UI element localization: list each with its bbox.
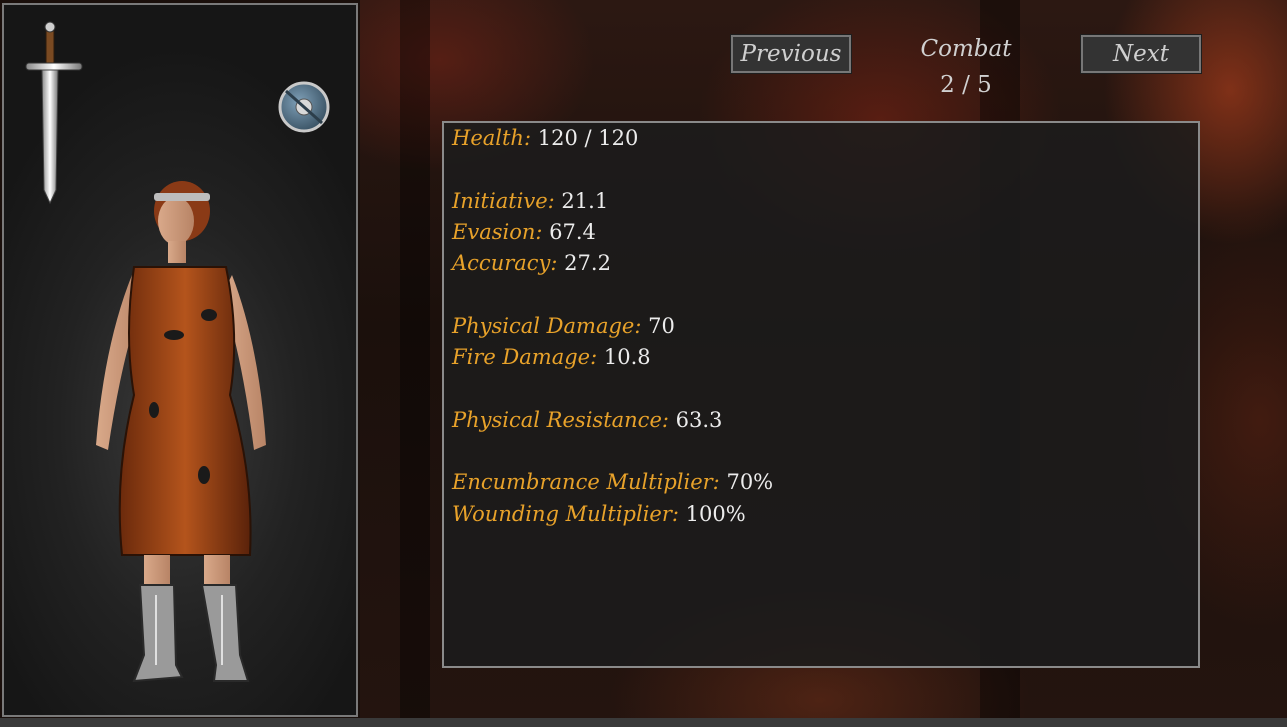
stat-label: Physical Damage: — [452, 313, 642, 338]
stat-label: Fire Damage: — [452, 345, 598, 370]
stat-encumbrance-multiplier: Encumbrance Multiplier: 70% — [452, 467, 1190, 498]
background-pillar — [400, 0, 430, 727]
stat-value: 100% — [685, 501, 746, 526]
stat-wounding-multiplier: Wounding Multiplier: 100% — [452, 499, 1190, 530]
stat-value: 70 — [648, 313, 675, 338]
stat-physical-damage: Physical Damage: 70 — [452, 311, 1190, 342]
stat-label: Encumbrance Multiplier: — [452, 470, 720, 495]
character-portrait — [96, 181, 266, 683]
stat-value: 120 / 120 — [537, 126, 639, 150]
stat-label: Health: — [452, 126, 532, 150]
character-equipment-art — [25, 21, 330, 683]
stat-value: 70% — [726, 470, 774, 495]
page-counter: 2 / 5 — [940, 72, 992, 98]
combat-stats-panel: Health: 120 / 120 Initiative: 21.1 Evasi… — [442, 121, 1200, 668]
character-equipment-panel — [2, 3, 358, 717]
previous-button[interactable]: Previous — [730, 34, 852, 74]
stat-value: 63.3 — [675, 407, 723, 432]
stat-accuracy: Accuracy: 27.2 — [452, 248, 1190, 279]
stat-evasion: Evasion: 67.4 — [452, 217, 1190, 248]
stat-fire-damage: Fire Damage: 10.8 — [452, 342, 1190, 373]
stat-label: Evasion: — [452, 219, 543, 244]
stat-health: Health: 120 / 120 — [452, 123, 1190, 154]
next-button[interactable]: Next — [1080, 34, 1202, 74]
stat-label: Accuracy: — [452, 251, 558, 276]
stat-label: Initiative: — [452, 188, 555, 213]
sword-icon[interactable] — [25, 21, 83, 205]
stat-label: Physical Resistance: — [452, 407, 669, 432]
stat-physical-resistance: Physical Resistance: 63.3 — [452, 405, 1190, 436]
stat-label: Wounding Multiplier: — [452, 501, 679, 526]
stat-value: 27.2 — [564, 251, 611, 276]
stat-value: 10.8 — [603, 345, 651, 370]
round-shield-icon[interactable] — [278, 81, 330, 133]
stat-initiative: Initiative: 21.1 — [452, 186, 1190, 217]
bottom-bar — [0, 718, 1287, 727]
stat-value: 67.4 — [549, 219, 596, 244]
page-title: Combat — [920, 36, 1012, 62]
stat-value: 21.1 — [561, 188, 609, 213]
